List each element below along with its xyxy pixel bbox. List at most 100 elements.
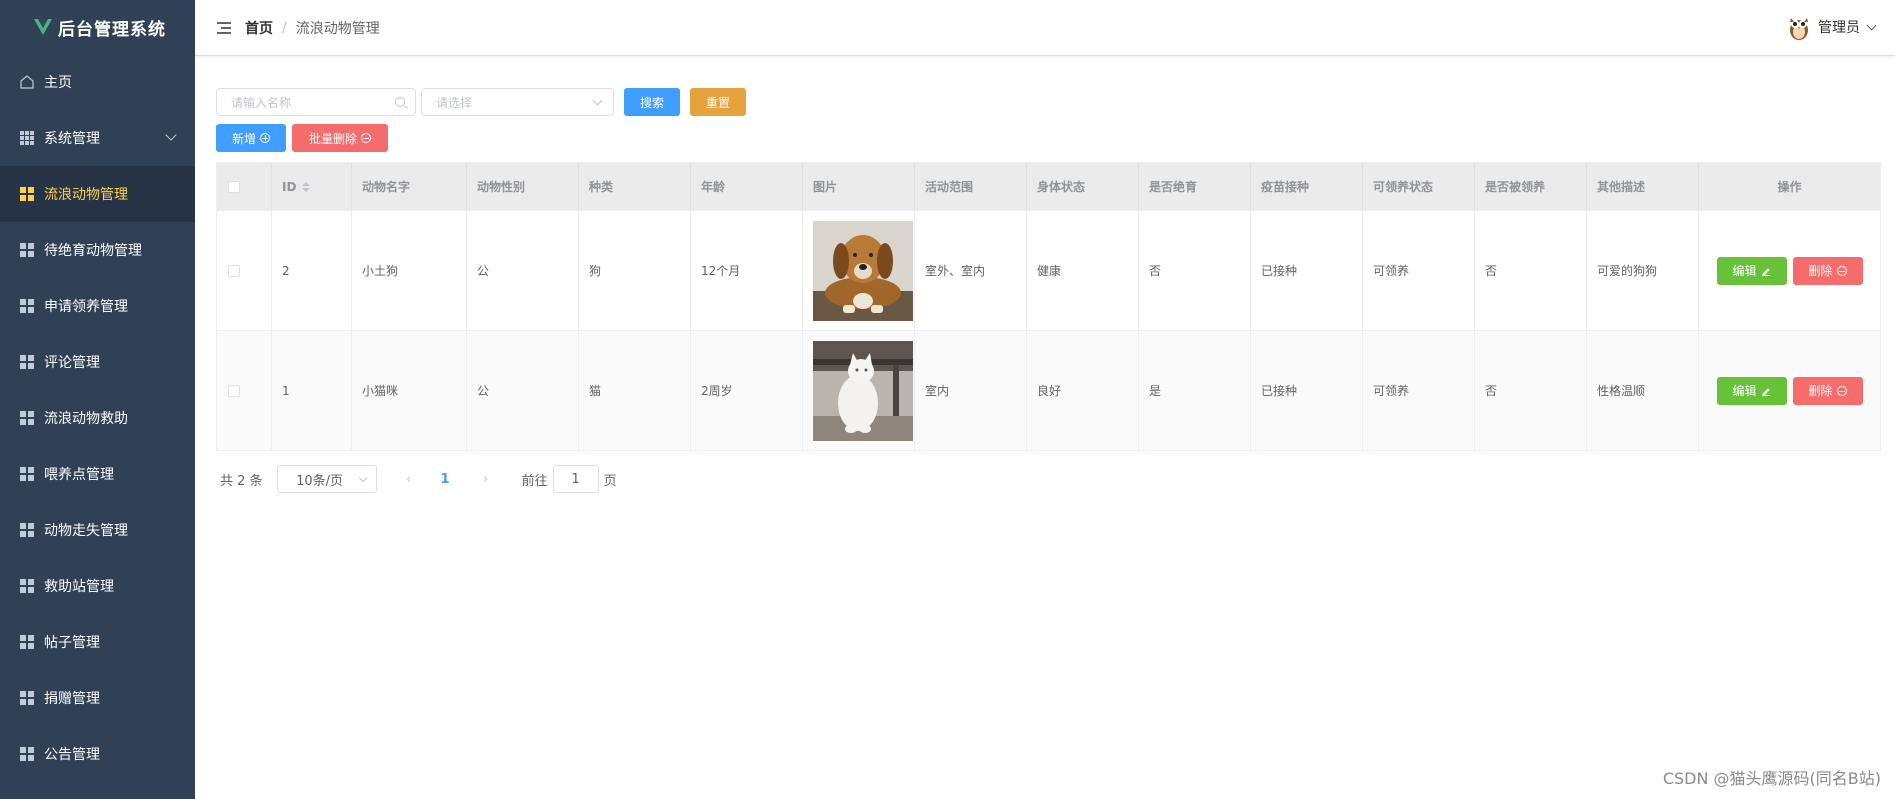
sidebar-item-station[interactable]: 救助站管理 [0,558,195,614]
search-button[interactable]: 搜索 [624,88,680,116]
cat-photo[interactable] [813,340,913,441]
sidebar-item-adoption[interactable]: 申请领养管理 [0,278,195,334]
delete-button[interactable]: 删除 [1792,256,1863,285]
cell-desc: 性格温顺 [1587,331,1699,450]
sidebar-item-feeding[interactable]: 喂养点管理 [0,446,195,502]
breadcrumb-separator: / [282,19,287,36]
cell-gender: 公 [467,331,579,450]
sidebar-item-home[interactable]: 主页 [0,54,195,110]
sidebar-item-stray-animals[interactable]: 流浪动物管理 [0,166,195,222]
column-label: ID [282,179,297,194]
cell-age: 2周岁 [691,331,803,450]
sidebar-item-posts[interactable]: 帖子管理 [0,614,195,670]
pagination: 共 2 条 10条/页 ‹ 1 › 前往 1 页 [216,465,1881,493]
sidebar-item-announcements[interactable]: 公告管理 [0,726,195,782]
cell-photo [803,211,915,330]
add-button[interactable]: 新增 [216,124,286,152]
user-name: 管理员 [1818,20,1860,36]
column-header: 操作 [1699,163,1880,210]
pagination-total: 共 2 条 [220,473,263,489]
edit-label: 编辑 [1732,264,1757,278]
edit-button[interactable]: 编辑 [1716,376,1787,405]
column-header: 活动范围 [915,163,1027,210]
sidebar-item-label: 帖子管理 [44,635,100,651]
goto-page-input[interactable]: 1 [552,465,599,493]
column-label: 其他描述 [1597,180,1646,194]
column-header: 图片 [803,163,915,210]
row-select-cell [217,331,272,450]
sidebar-item-label: 捐赠管理 [44,691,100,707]
breadcrumb-home[interactable]: 首页 [245,18,273,38]
cell-adoptable: 可领养 [1363,211,1475,330]
column-label: 图片 [813,180,838,194]
batch-delete-label: 批量删除 [308,131,357,146]
sidebar-item-comments[interactable]: 评论管理 [0,334,195,390]
cell-vaccine: 已接种 [1251,211,1363,330]
sidebar-item-neuter[interactable]: 待绝育动物管理 [0,222,195,278]
edit-label: 编辑 [1732,384,1757,398]
chevron-down-icon [1866,20,1877,30]
cell-age: 12个月 [691,211,803,330]
row-checkbox[interactable] [228,264,240,277]
next-page-button[interactable]: › [476,472,496,487]
column-header: 年龄 [691,163,803,210]
row-select-cell [217,211,272,330]
column-label: 操作 [1777,180,1802,194]
hamburger-icon[interactable] [217,21,231,34]
cell-adopted: 否 [1475,211,1587,330]
dog-photo[interactable] [813,220,913,321]
sort-icon[interactable] [302,181,311,192]
edit-icon [1761,267,1770,276]
batch-delete-button[interactable]: 批量删除 [292,124,388,152]
column-label: 活动范围 [925,180,974,194]
category-select[interactable]: 请选择 [421,88,614,116]
sidebar-item-lost[interactable]: 动物走失管理 [0,502,195,558]
page-size-select[interactable]: 10条/页 [276,465,377,493]
prev-page-button[interactable]: ‹ [399,472,419,487]
cell-id: 2 [272,211,352,330]
action-bar: 新增 批量删除 [216,124,1881,152]
grid-icon [20,355,34,369]
user-menu[interactable]: 管理员 [1788,13,1877,41]
grid-icon [20,747,34,761]
sidebar-item-label: 评论管理 [44,355,100,371]
cell-range: 室外、室内 [915,211,1027,330]
page-number[interactable]: 1 [441,472,450,487]
table-header: ID 动物名字 动物性别 种类 年龄 图片 活动范围 身体状态 是否绝育 疫苗接… [217,163,1880,210]
grid-icon [20,411,34,425]
cell-actions: 编辑 删除 [1699,211,1880,330]
grid-icon [20,579,34,593]
search-input[interactable]: 请输入名称 [216,88,416,116]
column-header: 其他描述 [1587,163,1699,210]
edit-icon [1761,387,1770,396]
page-suffix: 页 [603,473,617,489]
select-all-checkbox[interactable] [228,180,240,193]
sidebar-item-system[interactable]: 系统管理 [0,110,195,166]
plus-circle-icon [260,133,270,143]
delete-label: 删除 [1808,264,1833,278]
minus-circle-icon [361,133,371,143]
table-row: 1 小猫咪 公 猫 2周岁 室内 良好 是 已接种 可领养 否 性格温顺 编辑 … [217,330,1880,450]
reset-button[interactable]: 重置 [690,88,746,116]
sidebar-item-donations[interactable]: 捐赠管理 [0,670,195,726]
search-bar: 请输入名称 请选择 搜索 重置 [216,88,1881,116]
grid-icon [20,131,34,145]
column-label: 是否绝育 [1149,180,1198,194]
column-header[interactable]: ID [272,163,352,210]
goto-label: 前往 [521,473,548,489]
grid-icon [20,523,34,537]
add-label: 新增 [231,131,256,146]
row-checkbox[interactable] [228,384,240,397]
cell-adopted: 否 [1475,331,1587,450]
cell-photo [803,331,915,450]
delete-button[interactable]: 删除 [1792,376,1863,405]
vue-logo-icon [34,19,52,35]
cell-species: 狗 [579,211,691,330]
search-icon [395,97,405,107]
app-logo: 后台管理系统 [0,0,195,54]
sidebar-item-rescue[interactable]: 流浪动物救助 [0,390,195,446]
column-header: 是否绝育 [1139,163,1251,210]
main-content: 请输入名称 请选择 搜索 重置 新增 批量删除 ID 动物名字 动物性别 种类 … [216,88,1881,493]
column-header: 可领养状态 [1363,163,1475,210]
edit-button[interactable]: 编辑 [1716,256,1787,285]
